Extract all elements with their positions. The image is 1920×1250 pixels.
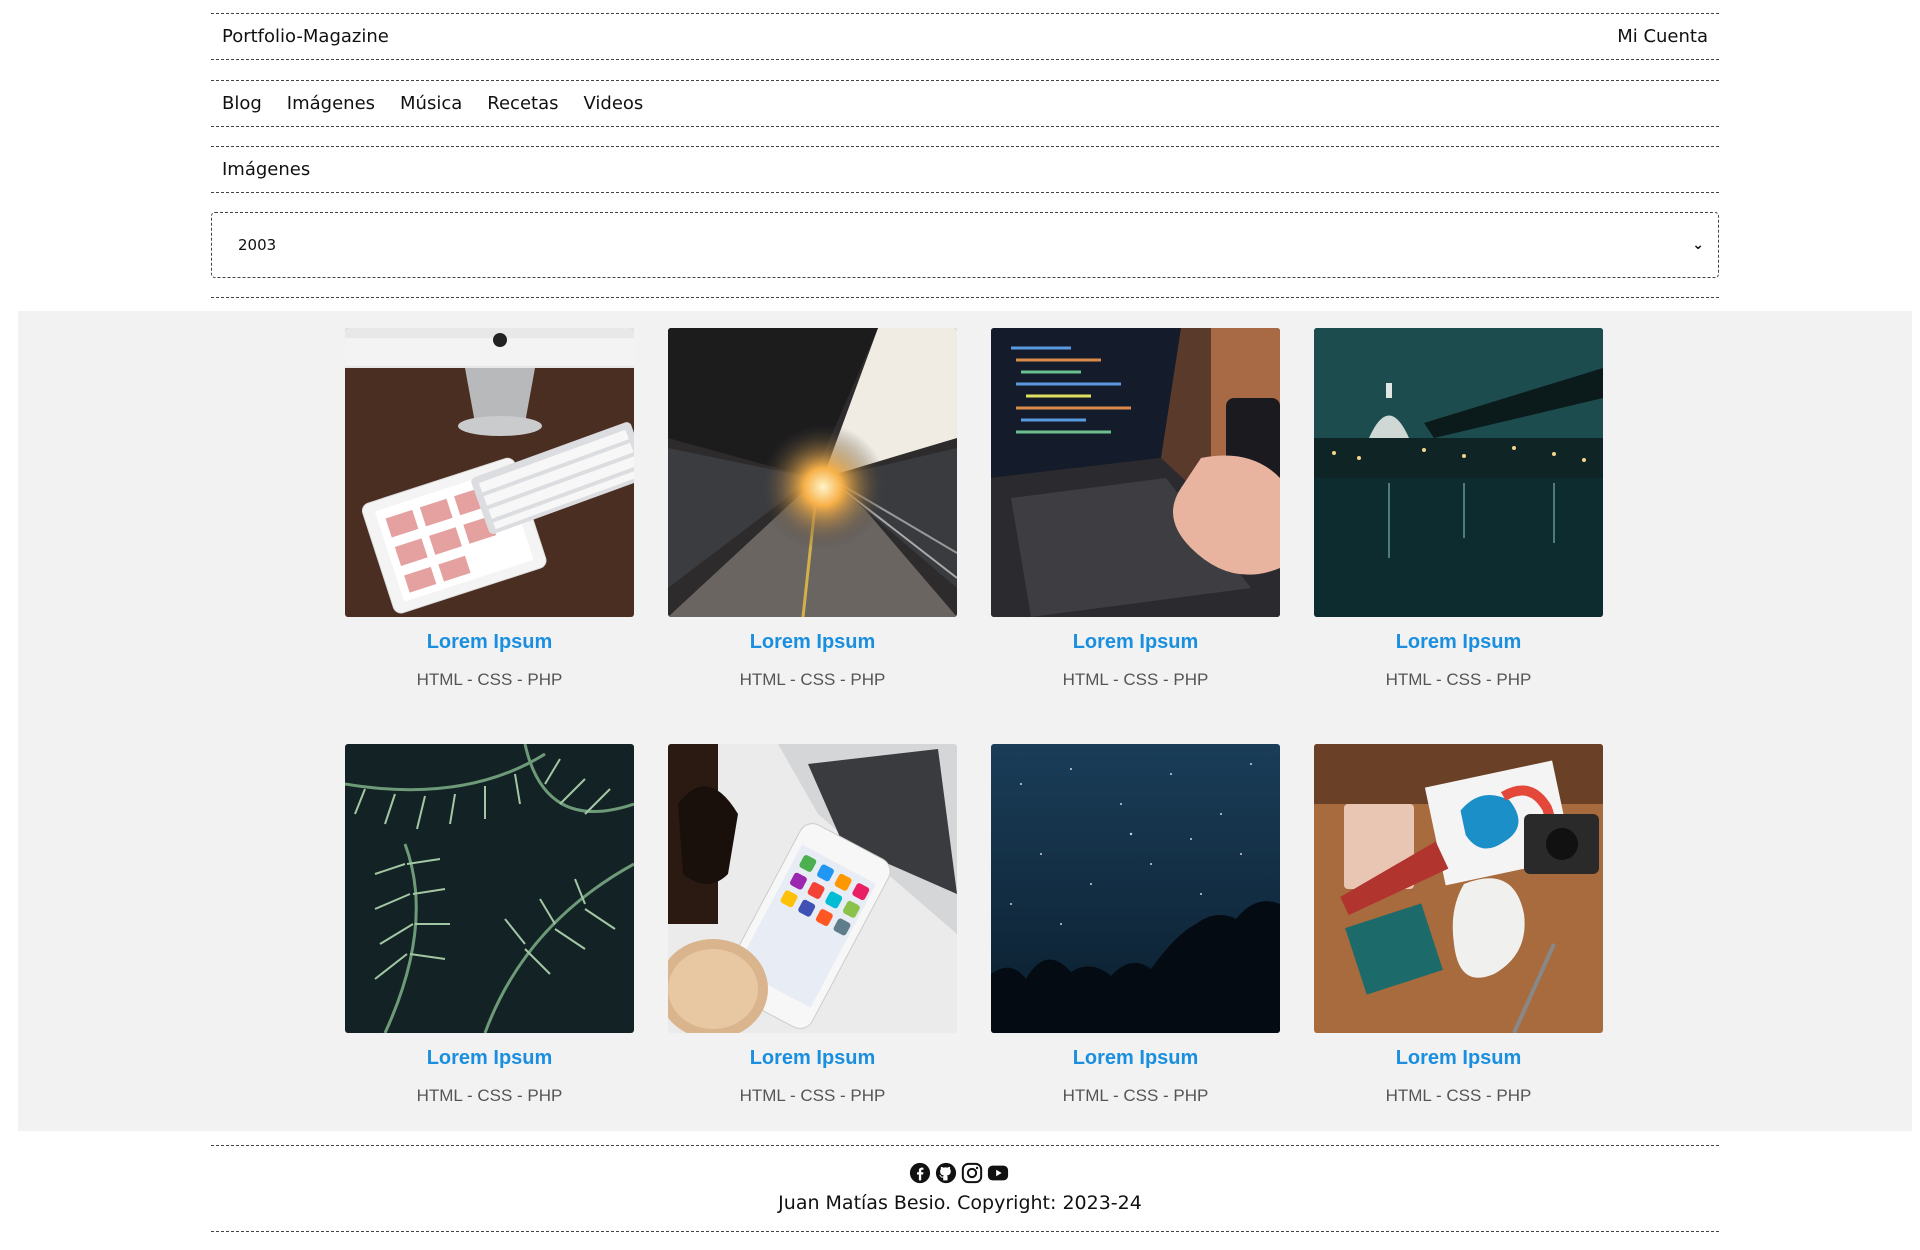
card-tags: HTML - CSS - PHP [1385,670,1532,689]
year-select-value: 2003 [238,236,277,254]
section-header: Imágenes [211,146,1719,193]
card-title[interactable]: Lorem Ipsum [1314,631,1603,654]
main-nav: Blog Imágenes Música Recetas Videos [211,80,1719,127]
card-tags: HTML - CSS - PHP [739,670,886,689]
gallery-card: Lorem Ipsum HTML - CSS - PHP [668,328,957,744]
gallery-image-laptop-code-typing[interactable] [991,328,1280,617]
copyright-text: Juan Matías Besio. Copyright: 2023-24 [778,1192,1142,1214]
card-title[interactable]: Lorem Ipsum [668,1047,957,1070]
gallery-card: Lorem Ipsum HTML - CSS - PHP [345,744,634,1160]
card-tags: HTML - CSS - PHP [1062,1086,1209,1105]
social-links [0,1162,1920,1186]
gallery-image-desk-imac-ipad-keyboard[interactable] [345,328,634,617]
youtube-icon[interactable] [987,1162,1011,1186]
account-link[interactable]: Mi Cuenta [1617,26,1708,47]
gallery-card: Lorem Ipsum HTML - CSS - PHP [1314,328,1603,744]
chevron-down-icon: ⌄ [1692,237,1704,253]
top-bar: Portfolio-Magazine Mi Cuenta [211,13,1719,60]
instagram-icon[interactable] [961,1162,985,1186]
gallery-image-starry-night-sky[interactable] [991,744,1280,1033]
card-tags: HTML - CSS - PHP [1062,670,1209,689]
year-select[interactable]: 2003 ⌄ [211,212,1719,278]
card-title[interactable]: Lorem Ipsum [668,631,957,654]
gallery-image-city-dome-night-river[interactable] [1314,328,1603,617]
gallery-image-phone-laptop-coffee[interactable] [668,744,957,1033]
brand-link[interactable]: Portfolio-Magazine [222,26,389,47]
gallery-image-design-desk-flatlay[interactable] [1314,744,1603,1033]
gallery-card: Lorem Ipsum HTML - CSS - PHP [991,744,1280,1160]
gallery-image-train-platform-sunset[interactable] [668,328,957,617]
card-title[interactable]: Lorem Ipsum [991,1047,1280,1070]
gallery-card: Lorem Ipsum HTML - CSS - PHP [1314,744,1603,1160]
nav-item-blog[interactable]: Blog [222,93,262,114]
gallery-card: Lorem Ipsum HTML - CSS - PHP [991,328,1280,744]
card-tags: HTML - CSS - PHP [739,1086,886,1105]
section-title: Imágenes [222,159,311,180]
nav-item-imagenes[interactable]: Imágenes [287,93,375,114]
card-tags: HTML - CSS - PHP [416,670,563,689]
divider [211,1231,1719,1232]
gallery-section: Lorem Ipsum HTML - CSS - PHP Lorem Ipsum… [18,311,1912,1131]
facebook-icon[interactable] [909,1162,933,1186]
card-tags: HTML - CSS - PHP [416,1086,563,1105]
gallery-card: Lorem Ipsum HTML - CSS - PHP [668,744,957,1160]
divider [211,1145,1719,1146]
card-title[interactable]: Lorem Ipsum [345,631,634,654]
nav-item-recetas[interactable]: Recetas [487,93,558,114]
divider [211,297,1719,298]
card-title[interactable]: Lorem Ipsum [991,631,1280,654]
github-icon[interactable] [935,1162,959,1186]
card-tags: HTML - CSS - PHP [1385,1086,1532,1105]
gallery-image-fern-leaves[interactable] [345,744,634,1033]
card-title[interactable]: Lorem Ipsum [345,1047,634,1070]
gallery-card: Lorem Ipsum HTML - CSS - PHP [345,328,634,744]
card-title[interactable]: Lorem Ipsum [1314,1047,1603,1070]
nav-item-musica[interactable]: Música [400,93,462,114]
nav-item-videos[interactable]: Videos [584,93,644,114]
